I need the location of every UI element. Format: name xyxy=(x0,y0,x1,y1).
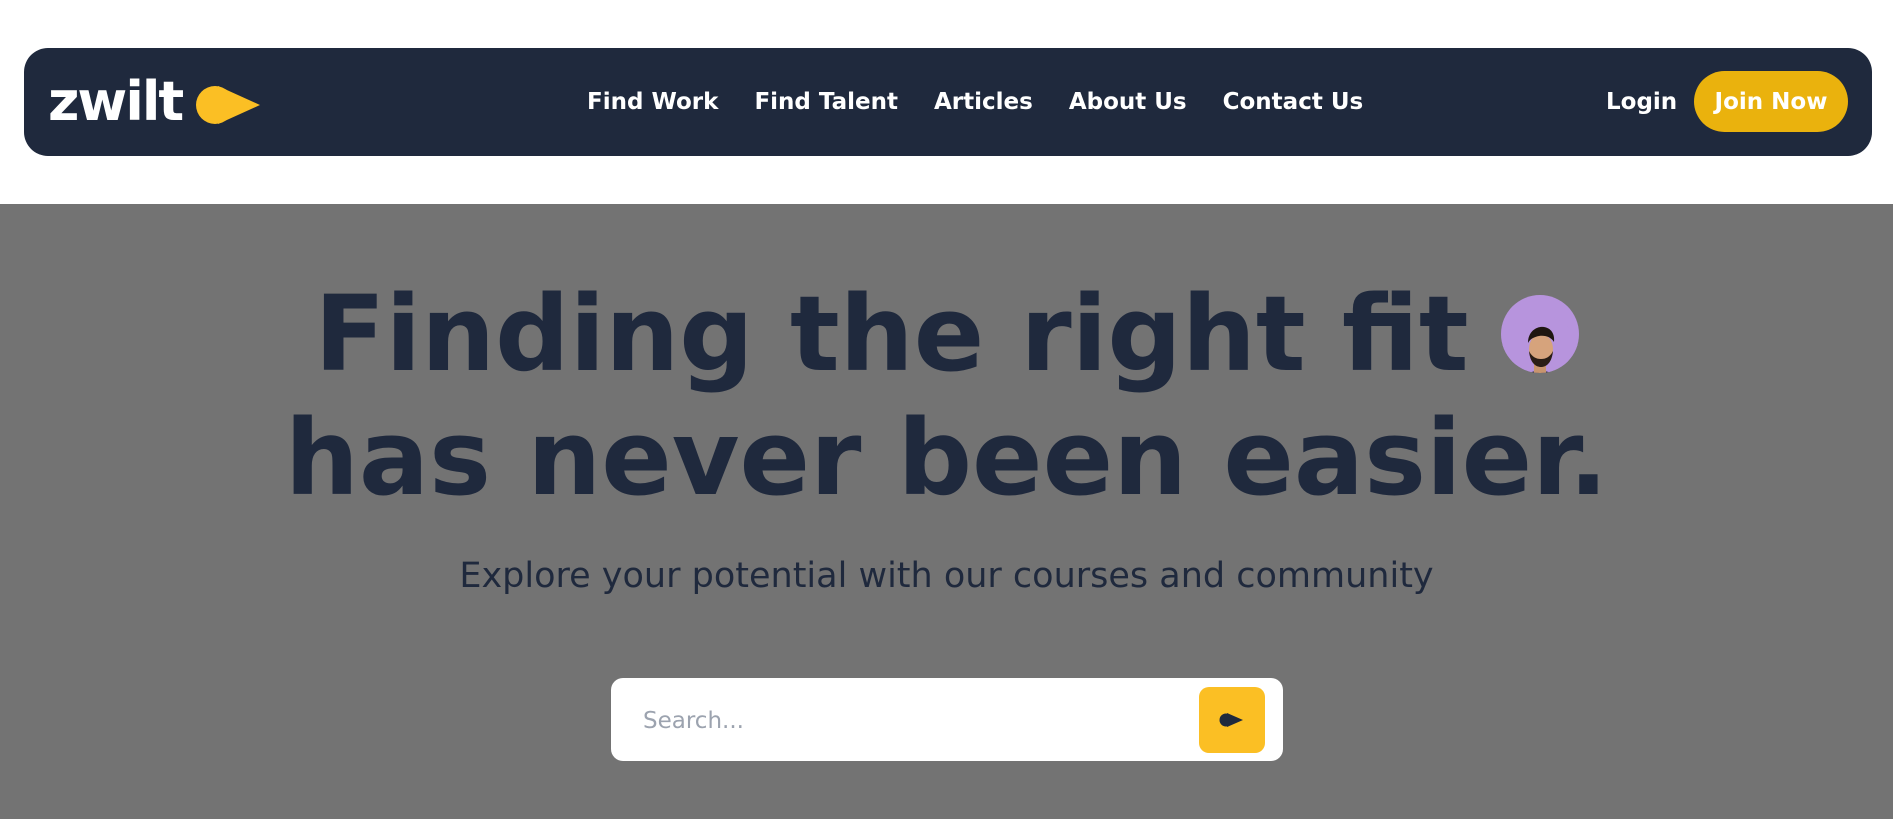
nav-links: Find Work Find Talent Articles About Us … xyxy=(587,48,1363,156)
nav-link-about-us[interactable]: About Us xyxy=(1069,89,1187,115)
hero-subtitle: Explore your potential with our courses … xyxy=(459,556,1434,596)
headline-text-line1: Finding the right fit xyxy=(314,273,1469,395)
search-bar xyxy=(611,678,1283,761)
nav-link-contact-us[interactable]: Contact Us xyxy=(1223,89,1364,115)
nav-link-articles[interactable]: Articles xyxy=(934,89,1033,115)
person-avatar-icon xyxy=(1500,315,1579,373)
arrow-forward-icon xyxy=(196,86,261,124)
logo-text: zwilt xyxy=(48,70,184,133)
arrow-forward-icon xyxy=(1219,713,1243,727)
search-input[interactable] xyxy=(641,698,1185,744)
login-link[interactable]: Login xyxy=(1606,48,1677,156)
logo[interactable]: zwilt xyxy=(48,70,262,134)
header-area: zwilt Find Work Find Talent Articles Abo… xyxy=(0,0,1893,204)
join-now-button[interactable]: Join Now xyxy=(1694,71,1848,132)
navbar: zwilt Find Work Find Talent Articles Abo… xyxy=(24,48,1872,156)
hero-headline-line2: has never been easier. xyxy=(284,397,1609,519)
search-button[interactable] xyxy=(1199,687,1265,753)
nav-link-find-work[interactable]: Find Work xyxy=(587,89,718,115)
avatar xyxy=(1500,295,1579,373)
nav-link-find-talent[interactable]: Find Talent xyxy=(754,89,898,115)
hero-headline-line1: Finding the right fit xyxy=(0,272,1893,396)
